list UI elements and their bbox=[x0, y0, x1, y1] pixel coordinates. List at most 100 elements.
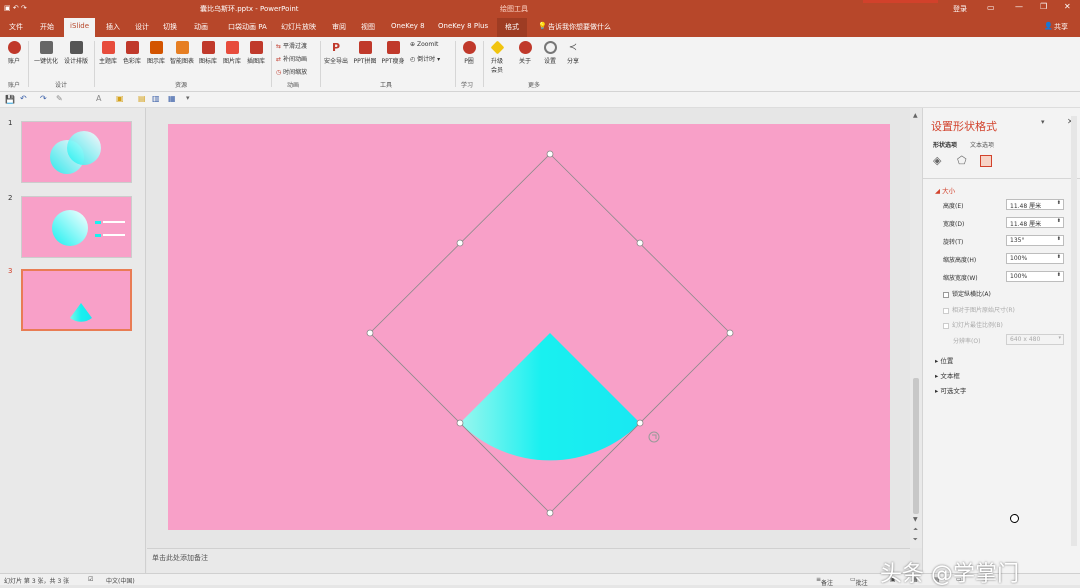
close-icon[interactable]: ✕ bbox=[1064, 2, 1071, 11]
slide-thumbnail-2[interactable] bbox=[21, 196, 132, 258]
tab-home[interactable]: 开始 bbox=[40, 22, 54, 32]
countdown-button[interactable]: ◴ 倒计时 ▾ bbox=[410, 54, 440, 63]
scroll-down-icon[interactable]: ▼ bbox=[913, 516, 918, 523]
share-ribbon-button[interactable]: ≺ 分享 bbox=[563, 41, 583, 65]
undo-icon[interactable]: ↶ bbox=[20, 94, 27, 103]
customize-qat-icon[interactable]: ▾ bbox=[186, 94, 190, 102]
notes-pane[interactable]: 单击此处添加备注 bbox=[147, 548, 910, 573]
spellcheck-icon[interactable]: ☑ bbox=[88, 576, 93, 583]
zoomit-button[interactable]: ⊕ ZoomIt bbox=[410, 41, 438, 48]
rotation-field[interactable]: 135° ⬍ bbox=[1006, 235, 1064, 246]
pane-scrollbar[interactable] bbox=[1071, 116, 1077, 546]
scale-height-field[interactable]: 100% ⬍ bbox=[1006, 253, 1064, 264]
comments-toggle-button[interactable]: ▭ 批注 bbox=[850, 576, 868, 587]
vertical-scrollbar[interactable]: ▲ ▼ ⏶ ⏷ bbox=[910, 108, 922, 548]
tab-pocket-animation[interactable]: 口袋动画 PA bbox=[228, 22, 267, 32]
upgrade-button[interactable]: 升级会员 bbox=[486, 40, 508, 74]
save-icon[interactable]: 💾 bbox=[5, 95, 15, 104]
next-slide-icon[interactable]: ⏷ bbox=[913, 536, 918, 544]
spinner-icon[interactable]: ⬍ bbox=[1057, 236, 1061, 242]
spinner-icon[interactable]: ⬍ bbox=[1057, 218, 1061, 224]
autosave-icon[interactable]: ▣ ↶ ↷ bbox=[4, 4, 27, 12]
ppt-slim-button[interactable]: PPT瘦身 bbox=[380, 41, 406, 65]
color-lib-button[interactable]: 色彩库 bbox=[121, 41, 143, 65]
pentagon-icon[interactable]: ⬠ bbox=[957, 154, 967, 167]
diagram-lib-button[interactable]: 图示库 bbox=[145, 41, 167, 65]
tab-islide[interactable]: iSlide bbox=[64, 18, 96, 37]
minimize-icon[interactable]: — bbox=[1015, 2, 1023, 11]
one-click-optimize-button[interactable]: 一键优化 bbox=[32, 41, 60, 65]
time-scale-button[interactable]: ◷ 时间缩放 bbox=[276, 67, 307, 76]
smart-chart-button[interactable]: 智能图表 bbox=[169, 41, 195, 65]
scroll-up-icon[interactable]: ▲ bbox=[913, 112, 918, 119]
tab-shape-options[interactable]: 形状选项 bbox=[933, 140, 957, 149]
tab-review[interactable]: 审阅 bbox=[332, 22, 346, 32]
design-layout-button[interactable]: 设计排版 bbox=[62, 41, 90, 65]
scale-width-field[interactable]: 100% ⬍ bbox=[1006, 271, 1064, 282]
about-button[interactable]: 关于 bbox=[515, 41, 535, 65]
illus-lib-button[interactable]: 插图库 bbox=[245, 41, 267, 65]
height-field[interactable]: 11.48 厘米 ⬍ bbox=[1006, 199, 1064, 210]
account-button[interactable]: 账户 bbox=[4, 41, 24, 65]
tab-onekey8[interactable]: OneKey 8 bbox=[391, 22, 425, 30]
tab-file[interactable]: 文件 bbox=[9, 22, 23, 32]
settings-button[interactable]: 设置 bbox=[540, 41, 560, 65]
resize-handle-bottom-right[interactable] bbox=[636, 419, 644, 427]
p-lecture-button[interactable]: P圈 bbox=[459, 41, 479, 65]
sign-in-link[interactable]: 登录 bbox=[953, 4, 967, 14]
folder-icon[interactable]: ▤ bbox=[138, 94, 146, 103]
prev-slide-icon[interactable]: ⏶ bbox=[913, 526, 918, 534]
restore-icon[interactable]: ❐ bbox=[1040, 2, 1047, 11]
tab-animations[interactable]: 动画 bbox=[194, 22, 208, 32]
smooth-transition-button[interactable]: ⇆ 平滑过渡 bbox=[276, 41, 307, 50]
width-field[interactable]: 11.48 厘米 ⬍ bbox=[1006, 217, 1064, 228]
size-layout-icon[interactable] bbox=[980, 155, 992, 167]
resize-handle-right[interactable] bbox=[726, 329, 734, 337]
ppt-collage-button[interactable]: PPT拼图 bbox=[352, 41, 378, 65]
fill-bucket-icon[interactable]: ◈ bbox=[933, 154, 941, 167]
redo-icon[interactable]: ↷ bbox=[40, 94, 47, 103]
notes-toggle-button[interactable]: ≡ 备注 bbox=[816, 576, 833, 587]
format-painter-icon[interactable]: ✎ bbox=[56, 94, 63, 103]
scrollbar-thumb[interactable] bbox=[913, 378, 919, 514]
share-icon[interactable]: 👤 bbox=[1044, 22, 1053, 30]
language-status[interactable]: 中文(中国) bbox=[106, 576, 135, 585]
spinner-icon[interactable]: ⬍ bbox=[1057, 200, 1061, 206]
ribbon-display-icon[interactable]: ▭ bbox=[987, 3, 995, 12]
slide-thumbnail-1[interactable] bbox=[21, 121, 132, 183]
resize-handle-bottom-left[interactable] bbox=[456, 419, 464, 427]
tab-view[interactable]: 视图 bbox=[361, 22, 375, 32]
section-alt-text-header[interactable]: ▸ 可选文字 bbox=[935, 385, 966, 395]
section-position-header[interactable]: ▸ 位置 bbox=[935, 355, 953, 365]
arrange-icon[interactable]: ▦ bbox=[168, 94, 176, 103]
tween-button[interactable]: ⇄ 补间动画 bbox=[276, 54, 307, 63]
tab-insert[interactable]: 插入 bbox=[106, 22, 120, 32]
highlight-icon[interactable]: ▣ bbox=[116, 94, 124, 103]
cone-sector-shape[interactable] bbox=[460, 333, 640, 461]
tab-text-options[interactable]: 文本选项 bbox=[970, 140, 994, 149]
text-icon[interactable]: A bbox=[96, 94, 101, 103]
rotate-handle-icon[interactable] bbox=[648, 431, 660, 443]
tab-design[interactable]: 设计 bbox=[135, 22, 149, 32]
tab-format[interactable]: 格式 bbox=[497, 18, 527, 37]
section-textbox-header[interactable]: ▸ 文本框 bbox=[935, 370, 960, 380]
tell-me-search[interactable]: 告诉我你想要做什么 bbox=[548, 22, 611, 32]
align-icon[interactable]: ▥ bbox=[152, 94, 160, 103]
resize-handle-bottom[interactable] bbox=[546, 509, 554, 517]
tab-onekey8plus[interactable]: OneKey 8 Plus bbox=[438, 22, 488, 30]
slide-canvas[interactable] bbox=[168, 124, 890, 530]
pane-options-icon[interactable]: ▾ bbox=[1041, 118, 1045, 126]
lock-aspect-checkbox[interactable]: 锁定纵横比(A) bbox=[943, 289, 991, 298]
resize-handle-top-right[interactable] bbox=[636, 239, 644, 247]
resize-handle-left[interactable] bbox=[366, 329, 374, 337]
image-lib-button[interactable]: 图片库 bbox=[221, 41, 243, 65]
spinner-icon[interactable]: ⬍ bbox=[1057, 272, 1061, 278]
slide-thumbnail-3[interactable] bbox=[21, 269, 132, 331]
resize-handle-top[interactable] bbox=[546, 150, 554, 158]
tab-slideshow[interactable]: 幻灯片放映 bbox=[281, 22, 316, 32]
theme-lib-button[interactable]: 主题库 bbox=[97, 41, 119, 65]
tab-transitions[interactable]: 切换 bbox=[163, 22, 177, 32]
safe-export-button[interactable]: P 安全导出 bbox=[322, 41, 350, 65]
resize-handle-top-left[interactable] bbox=[456, 239, 464, 247]
icon-lib-button[interactable]: 图标库 bbox=[197, 41, 219, 65]
